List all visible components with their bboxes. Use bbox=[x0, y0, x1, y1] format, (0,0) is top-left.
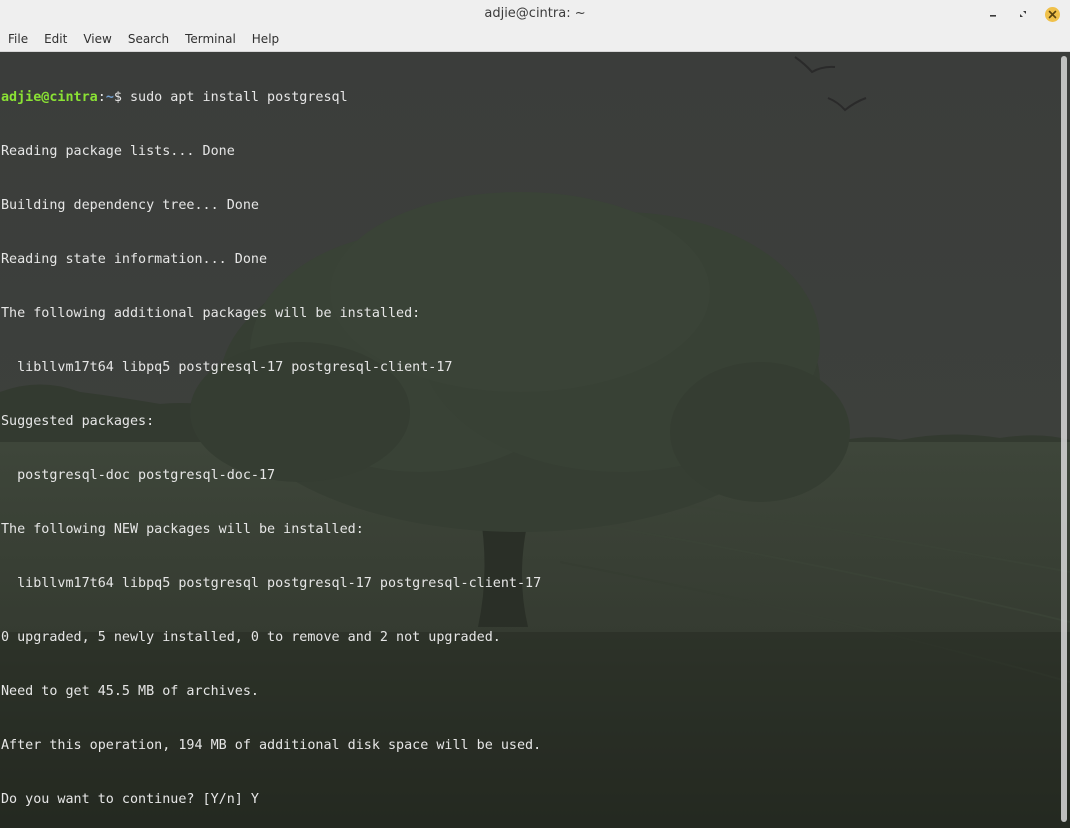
prompt-symbol: $ bbox=[113, 90, 130, 105]
menu-bar: File Edit View Search Terminal Help bbox=[0, 28, 1070, 52]
output-line: Need to get 45.5 MB of archives. bbox=[1, 684, 259, 699]
command-text: sudo apt install postgresql bbox=[130, 90, 348, 105]
output-line: libllvm17t64 libpq5 postgresql-17 postgr… bbox=[1, 360, 453, 375]
prompt-separator: : bbox=[97, 90, 106, 105]
menu-file[interactable]: File bbox=[0, 28, 36, 52]
menu-terminal[interactable]: Terminal bbox=[177, 28, 244, 52]
output-line: 0 upgraded, 5 newly installed, 0 to remo… bbox=[1, 630, 501, 645]
menu-view[interactable]: View bbox=[75, 28, 119, 52]
title-bar[interactable]: adjie@cintra: ~ bbox=[0, 0, 1070, 28]
output-line: Building dependency tree... Done bbox=[1, 198, 259, 213]
scrollbar-thumb[interactable] bbox=[1061, 56, 1067, 822]
terminal-area[interactable]: adjie@cintra:~$ sudo apt install postgre… bbox=[0, 52, 1070, 828]
output-line: postgresql-doc postgresql-doc-17 bbox=[1, 468, 276, 483]
menu-edit[interactable]: Edit bbox=[36, 28, 75, 52]
output-line: Reading state information... Done bbox=[1, 252, 268, 267]
window-title: adjie@cintra: ~ bbox=[484, 6, 586, 21]
output-line: libllvm17t64 libpq5 postgresql postgresq… bbox=[1, 576, 542, 591]
maximize-icon bbox=[1020, 11, 1026, 17]
menu-help[interactable]: Help bbox=[244, 28, 287, 52]
output-line: Reading package lists... Done bbox=[1, 144, 235, 159]
terminal-output: adjie@cintra:~$ sudo apt install postgre… bbox=[1, 53, 541, 828]
minimize-button[interactable] bbox=[983, 4, 1003, 24]
output-line: After this operation, 194 MB of addition… bbox=[1, 738, 542, 753]
command-line: adjie@cintra:~$ sudo apt install postgre… bbox=[1, 89, 541, 107]
prompt-user-host: adjie@cintra bbox=[1, 90, 98, 105]
vertical-scrollbar[interactable] bbox=[1058, 52, 1070, 828]
close-icon bbox=[1044, 6, 1060, 22]
prompt-path: ~ bbox=[105, 90, 114, 105]
maximize-button[interactable] bbox=[1013, 4, 1033, 24]
output-line: Do you want to continue? [Y/n] Y bbox=[1, 792, 259, 807]
minimize-icon bbox=[990, 15, 996, 17]
output-line: The following additional packages will b… bbox=[1, 306, 421, 321]
menu-search[interactable]: Search bbox=[120, 28, 177, 52]
output-line: Suggested packages: bbox=[1, 414, 155, 429]
terminal-window: adjie@cintra: ~ File Edit View Search Te… bbox=[0, 0, 1070, 828]
close-button[interactable] bbox=[1042, 4, 1062, 24]
output-line: The following NEW packages will be insta… bbox=[1, 522, 364, 537]
